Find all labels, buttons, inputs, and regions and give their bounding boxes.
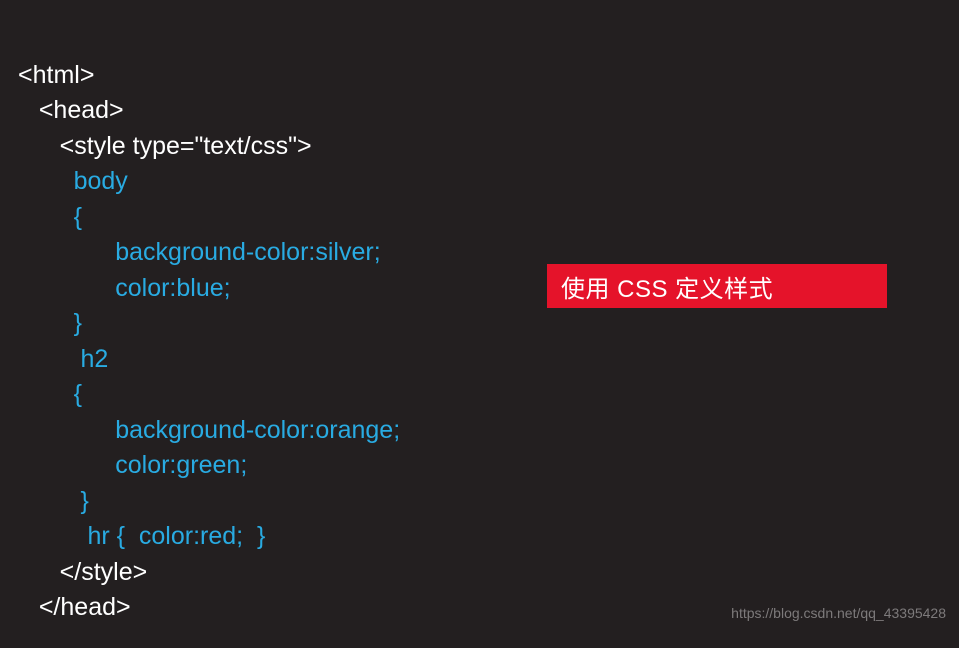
code-line: color:blue; — [18, 274, 231, 302]
code-line-part: > — [297, 132, 312, 160]
code-line-part: } — [257, 522, 265, 550]
code-line: } — [18, 309, 82, 337]
code-line: body — [18, 167, 128, 195]
code-line: color:green; — [18, 451, 247, 479]
code-line: background-color:orange; — [18, 416, 400, 444]
code-line-part: <style type= — [18, 132, 194, 160]
annotation-text: 使用 CSS 定义样式 — [561, 269, 773, 304]
code-block: <html> <head> <style type="text/css"> bo… — [0, 0, 959, 648]
code-line: </head> — [18, 593, 131, 621]
code-line: { — [18, 203, 82, 231]
annotation-label: 使用 CSS 定义样式 — [547, 264, 887, 308]
code-line: h2 — [18, 345, 108, 373]
code-line: <html> — [18, 61, 94, 89]
code-line: </style> — [18, 558, 147, 586]
code-line-part: { — [117, 522, 125, 550]
code-line: { — [18, 380, 82, 408]
code-line-part: "text/css" — [194, 132, 297, 160]
code-line: } — [18, 487, 89, 515]
watermark-text: https://blog.csdn.net/qq_43395428 — [731, 605, 946, 621]
code-line-part: hr — [18, 522, 117, 550]
code-line-part: color:red; — [125, 522, 257, 550]
code-line: background-color:silver; — [18, 238, 381, 266]
code-line: <head> — [18, 96, 124, 124]
